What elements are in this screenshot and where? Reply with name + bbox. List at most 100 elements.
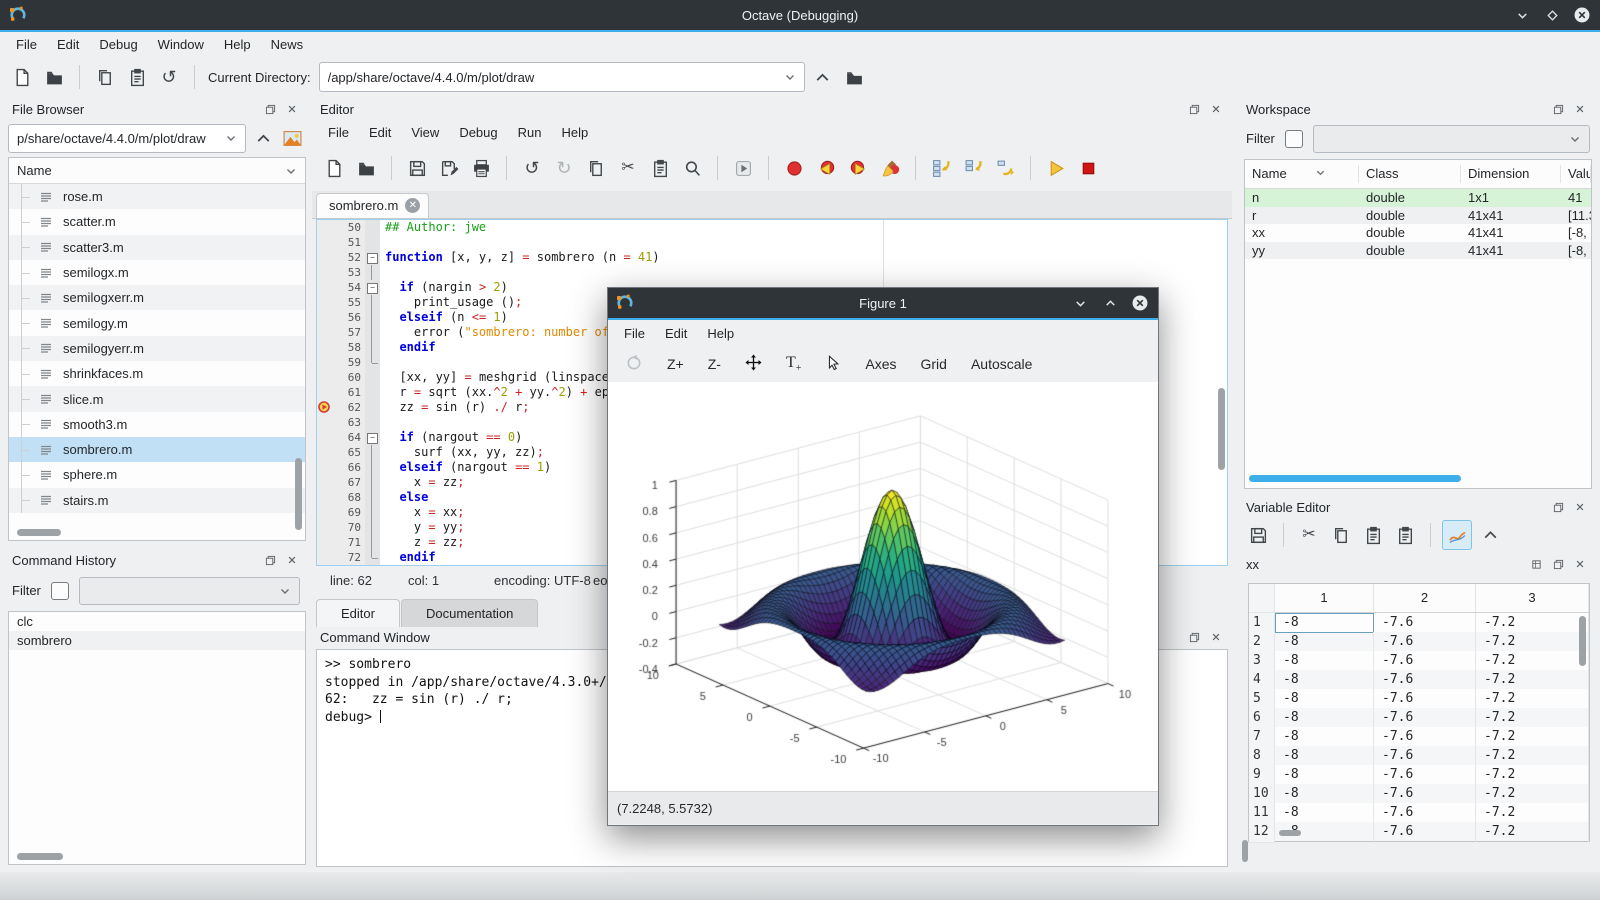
file-list-vertical-scrollbar[interactable] <box>295 458 302 530</box>
float-panel-icon[interactable] <box>1550 500 1566 514</box>
variable-cell[interactable]: -7.6 <box>1374 822 1476 842</box>
breakpoint-margin[interactable] <box>317 535 332 550</box>
file-browser-path-combobox[interactable]: p/share/octave/4.4.0/m/plot/draw <box>8 124 246 153</box>
workspace-column-header[interactable]: Dimension <box>1461 165 1561 183</box>
fold-margin[interactable] <box>365 385 380 400</box>
float-panel-icon[interactable] <box>1186 102 1202 116</box>
variable-cell[interactable]: -7.2 <box>1476 803 1589 823</box>
menu-item-debug[interactable]: Debug <box>89 33 147 56</box>
variable-table-vertical-scrollbar[interactable] <box>1579 616 1586 666</box>
file-list-item[interactable]: sombrero.m <box>9 437 305 462</box>
variable-row[interactable]: 8-8-7.6-7.2 <box>1249 746 1589 765</box>
variable-cell[interactable]: -8 <box>1275 708 1374 728</box>
close-window-icon[interactable] <box>1574 7 1590 23</box>
fold-margin[interactable] <box>365 415 380 430</box>
figure-window[interactable]: Figure 1 FileEditHelp Z+ Z- T+ Axes Grid… <box>607 287 1159 826</box>
print-button[interactable] <box>467 154 495 182</box>
variable-cell[interactable]: -7.6 <box>1374 803 1476 823</box>
minimize-window-icon[interactable] <box>1072 295 1088 311</box>
variable-cell[interactable]: -7.6 <box>1374 689 1476 709</box>
variable-cell[interactable]: -7.2 <box>1476 651 1589 671</box>
fold-margin[interactable] <box>365 370 380 385</box>
next-breakpoint-button[interactable] <box>844 154 872 182</box>
variable-cell[interactable]: -7.6 <box>1374 765 1476 785</box>
variable-cell[interactable]: -7.2 <box>1476 727 1589 747</box>
sort-chevron-icon[interactable] <box>285 165 297 177</box>
breakpoint-margin[interactable] <box>317 340 332 355</box>
plot-variable-button[interactable] <box>1442 520 1472 550</box>
workspace-filter-checkbox[interactable] <box>1285 130 1303 148</box>
breakpoint-margin[interactable] <box>317 280 332 295</box>
variable-row[interactable]: 1-8-7.6-7.2 <box>1249 613 1589 632</box>
menu-item-help[interactable]: Help <box>551 121 598 144</box>
fold-margin[interactable] <box>365 355 380 370</box>
file-list-item[interactable]: semilogx.m <box>9 260 305 285</box>
file-browser-header[interactable]: File Browser <box>4 99 308 119</box>
variable-table-horizontal-scrollbar[interactable] <box>1279 830 1301 836</box>
fold-margin[interactable] <box>365 490 380 505</box>
dock-tab-documentation[interactable]: Documentation <box>401 599 538 627</box>
variable-cell[interactable]: -7.2 <box>1476 613 1589 633</box>
variable-cell[interactable]: -8 <box>1275 803 1374 823</box>
menu-item-help[interactable]: Help <box>697 322 744 345</box>
variable-row[interactable]: 6-8-7.6-7.2 <box>1249 708 1589 727</box>
one-directory-up-button[interactable] <box>251 126 275 150</box>
close-window-icon[interactable] <box>1132 295 1148 311</box>
breakpoint-margin[interactable] <box>317 475 332 490</box>
open-button[interactable] <box>352 154 380 182</box>
run-file-button[interactable] <box>729 154 757 182</box>
toggle-breakpoint-button[interactable] <box>780 154 808 182</box>
variable-row[interactable]: 10-8-7.6-7.2 <box>1249 784 1589 803</box>
variable-editor-header[interactable]: Variable Editor <box>1238 497 1596 517</box>
history-filter-combobox[interactable] <box>79 577 300 605</box>
find-button[interactable] <box>678 154 706 182</box>
breakpoint-margin[interactable] <box>317 250 332 265</box>
paste-clipboard-button[interactable] <box>123 63 151 91</box>
step-in-button[interactable] <box>959 154 987 182</box>
axes-button[interactable]: Axes <box>858 353 903 375</box>
close-tab-icon[interactable]: ✕ <box>405 198 420 213</box>
zoom-out-button[interactable]: Z- <box>701 353 728 375</box>
go-up-button[interactable] <box>1476 521 1504 549</box>
variable-cell[interactable]: -8 <box>1275 765 1374 785</box>
float-panel-icon[interactable] <box>1550 102 1566 116</box>
continue-button[interactable] <box>1042 154 1070 182</box>
file-list-item[interactable]: scatter.m <box>9 209 305 234</box>
set-browser-directory-button[interactable] <box>280 126 304 150</box>
workspace-table-header[interactable]: NameClassDimensionValue <box>1245 160 1591 189</box>
fold-margin[interactable] <box>365 310 380 325</box>
directory-up-button[interactable] <box>809 63 837 91</box>
breakpoint-margin[interactable] <box>317 325 332 340</box>
workspace-variable-row[interactable]: rdouble41x41[11.314 <box>1245 207 1591 225</box>
insert-text-icon[interactable]: T+ <box>779 351 808 377</box>
rotate-icon[interactable] <box>618 351 650 378</box>
figure-titlebar[interactable]: Figure 1 <box>608 288 1158 318</box>
history-horizontal-scrollbar[interactable] <box>17 853 63 860</box>
menu-item-edit[interactable]: Edit <box>47 33 89 56</box>
menu-item-edit[interactable]: Edit <box>655 322 697 345</box>
fold-margin[interactable]: − <box>365 430 380 445</box>
close-panel-icon[interactable] <box>1572 102 1588 116</box>
fold-margin[interactable] <box>365 340 380 355</box>
variable-cell[interactable]: -8 <box>1275 784 1374 804</box>
fold-margin[interactable] <box>365 460 380 475</box>
close-panel-icon[interactable] <box>284 553 300 567</box>
debug-position-icon[interactable] <box>317 400 332 415</box>
editor-header[interactable]: Editor <box>312 99 1232 119</box>
code-line[interactable]: 53 <box>317 265 1227 280</box>
variable-cell[interactable]: -7.6 <box>1374 632 1476 652</box>
variable-cell[interactable]: -8 <box>1275 727 1374 747</box>
menu-item-edit[interactable]: Edit <box>359 121 401 144</box>
fold-margin[interactable]: − <box>365 250 380 265</box>
float-panel-icon[interactable] <box>1550 557 1566 571</box>
file-list-horizontal-scrollbar[interactable] <box>17 529 61 536</box>
file-list-item[interactable]: semilogyerr.m <box>9 336 305 361</box>
variable-cell[interactable]: -7.2 <box>1476 746 1589 766</box>
file-list-item[interactable]: stairs.m <box>9 488 305 513</box>
breakpoint-margin[interactable] <box>317 520 332 535</box>
variable-cell[interactable]: -7.6 <box>1374 670 1476 690</box>
breakpoint-margin[interactable] <box>317 310 332 325</box>
variable-cell[interactable]: -7.2 <box>1476 784 1589 804</box>
tab-sombrero[interactable]: sombrero.m ✕ <box>316 193 429 218</box>
variable-cell[interactable]: -7.6 <box>1374 746 1476 766</box>
